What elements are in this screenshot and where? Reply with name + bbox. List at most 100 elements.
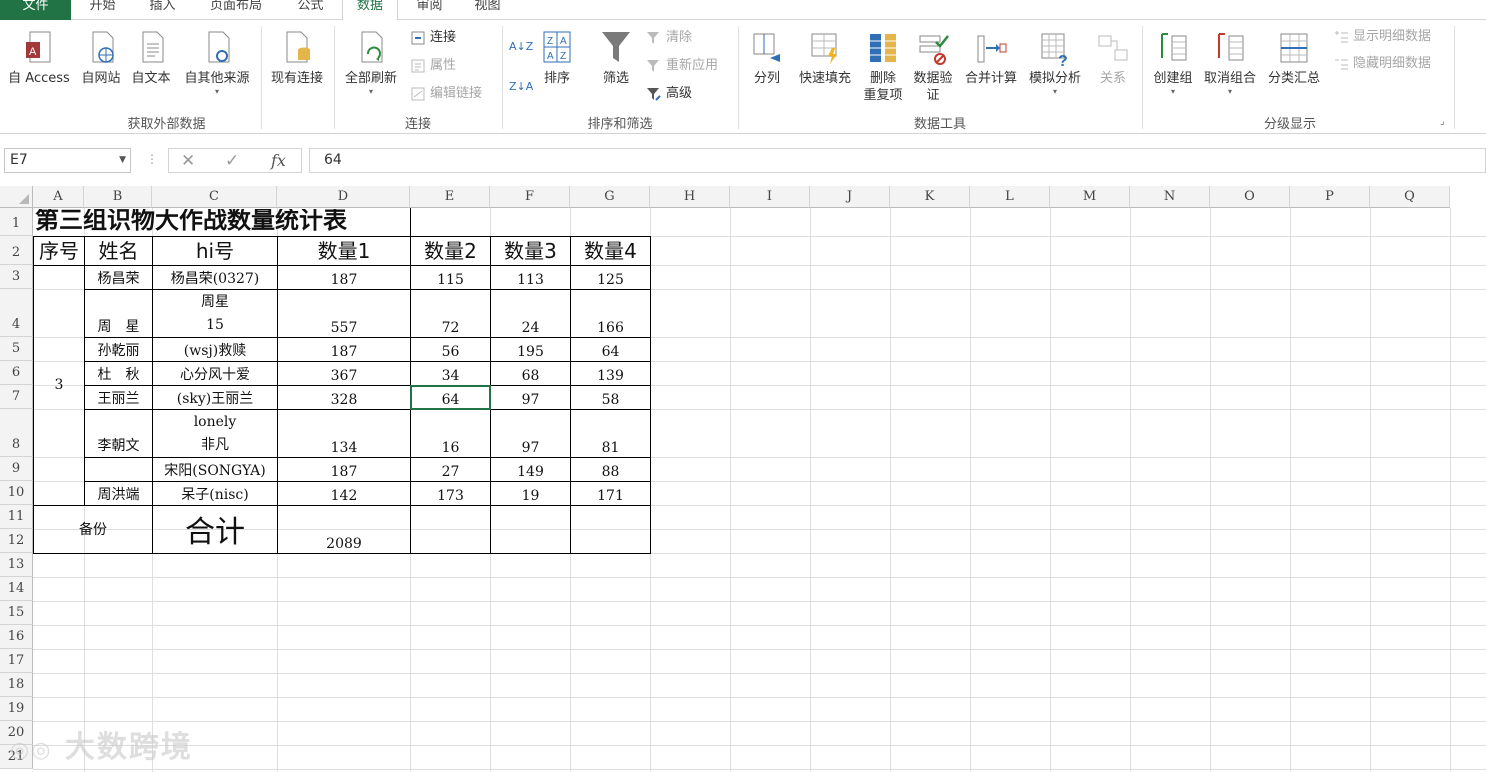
quantity-cell[interactable]: 16 (411, 410, 490, 457)
name-cell[interactable]: 周洪端 (85, 482, 152, 505)
quantity-cell[interactable]: 58 (571, 386, 650, 409)
name-cell[interactable]: 李朝文 (85, 410, 152, 481)
column-title[interactable]: hi号 (153, 237, 277, 265)
ungroup-button[interactable]: 取消组合 ▾ (1198, 28, 1262, 97)
name-box[interactable]: E7 ▼ (4, 148, 131, 173)
hi-cell[interactable]: 周星 15 (153, 290, 277, 337)
flash-fill-button[interactable]: 快速填充 (793, 28, 857, 87)
row-header[interactable]: 14 (0, 577, 33, 601)
total-value[interactable]: 2089 (278, 506, 410, 553)
column-title[interactable]: 姓名 (85, 237, 152, 265)
quantity-cell[interactable]: 195 (491, 338, 570, 361)
row-header[interactable]: 10 (0, 481, 33, 505)
quantity-cell[interactable]: 173 (411, 482, 490, 505)
quantity-cell[interactable]: 27 (411, 458, 490, 481)
quantity-cell[interactable]: 68 (491, 362, 570, 385)
properties-button[interactable]: 属性 (410, 55, 456, 77)
quantity-cell[interactable]: 56 (411, 338, 490, 361)
name-cell[interactable]: 周 星 (85, 290, 152, 337)
sort-button[interactable]: ZAAZ 排序 (536, 28, 578, 87)
what-if-analysis-button[interactable]: ? 模拟分析 ▾ (1023, 28, 1087, 97)
tab-data[interactable]: 数据 (342, 0, 398, 21)
column-header[interactable]: K (890, 186, 970, 208)
column-header[interactable]: F (490, 186, 570, 208)
quantity-cell[interactable]: 97 (491, 410, 570, 457)
quantity-cell[interactable]: 64 (411, 386, 490, 409)
quantity-cell[interactable]: 367 (278, 362, 410, 385)
hi-cell[interactable]: 呆子(nisc) (153, 482, 277, 505)
hi-cell[interactable]: 杨昌荣(0327) (153, 266, 277, 289)
text-to-columns-button[interactable]: 分列 (746, 28, 788, 87)
quantity-cell[interactable]: 142 (278, 482, 410, 505)
row-header[interactable]: 9 (0, 457, 33, 481)
remove-duplicates-button[interactable]: 删除 重复项 (858, 28, 908, 104)
select-all-corner[interactable] (0, 186, 33, 208)
column-header[interactable]: E (410, 186, 490, 208)
quantity-cell[interactable]: 187 (278, 266, 410, 289)
consolidate-button[interactable]: 合并计算 (958, 28, 1024, 87)
row-header[interactable]: 13 (0, 553, 33, 577)
column-header[interactable]: O (1210, 186, 1290, 208)
row-header[interactable]: 11 (0, 505, 33, 529)
total-label[interactable]: 合计 (153, 506, 277, 553)
row-header[interactable]: 6 (0, 361, 33, 385)
edit-links-button[interactable]: 编辑链接 (410, 83, 482, 105)
row-header[interactable]: 2 (0, 236, 33, 265)
clear-filter-button[interactable]: 清除 (646, 27, 692, 49)
cancel-icon[interactable]: ✕ (181, 150, 195, 172)
column-header[interactable]: N (1130, 186, 1210, 208)
column-header[interactable]: G (570, 186, 650, 208)
more-options-icon[interactable]: ⋮ (146, 152, 158, 166)
quantity-cell[interactable]: 187 (278, 458, 410, 481)
name-cell[interactable]: 杜 秋 (85, 362, 152, 385)
dialog-launcher-icon[interactable]: ⌟ (1440, 116, 1445, 127)
quantity-cell[interactable]: 81 (571, 410, 650, 457)
quantity-cell[interactable]: 97 (491, 386, 570, 409)
group-button[interactable]: 创建组 ▾ (1146, 28, 1200, 97)
group-number[interactable]: 3 (34, 266, 84, 505)
from-other-sources-button[interactable]: 自其他来源 ▾ (177, 28, 257, 97)
quantity-cell[interactable]: 557 (278, 290, 410, 337)
row-header[interactable]: 15 (0, 601, 33, 625)
sheet-title[interactable]: 第三组识物大作战数量统计表 (34, 209, 490, 236)
tab-formulas[interactable]: 公式 (293, 0, 328, 20)
quantity-cell[interactable]: 166 (571, 290, 650, 337)
tab-file[interactable]: 文件 (0, 0, 71, 20)
connections-button[interactable]: 连接 (410, 27, 456, 49)
quantity-cell[interactable]: 139 (571, 362, 650, 385)
quantity-cell[interactable]: 134 (278, 410, 410, 457)
quantity-cell[interactable]: 88 (571, 458, 650, 481)
column-header[interactable]: I (730, 186, 810, 208)
hi-cell[interactable]: (sky)王丽兰 (153, 386, 277, 409)
quantity-cell[interactable]: 24 (491, 290, 570, 337)
column-header[interactable]: B (84, 186, 152, 208)
column-header[interactable]: M (1050, 186, 1130, 208)
from-text-button[interactable]: 自文本 (126, 28, 176, 87)
column-header[interactable]: P (1290, 186, 1370, 208)
column-header[interactable]: C (152, 186, 277, 208)
hi-cell[interactable]: lonely 非凡 (153, 410, 277, 457)
formula-input[interactable]: 64 (309, 148, 1486, 173)
insert-function-icon[interactable]: fx (271, 150, 286, 172)
relationships-button[interactable]: 关系 (1093, 28, 1133, 87)
tab-insert[interactable]: 插入 (145, 0, 180, 20)
tab-page-layout[interactable]: 页面布局 (203, 0, 269, 20)
hi-cell[interactable]: 宋阳(SONGYA) (153, 458, 277, 481)
advanced-filter-button[interactable]: 高级 (646, 83, 692, 105)
quantity-cell[interactable]: 187 (278, 338, 410, 361)
row-header[interactable]: 8 (0, 409, 33, 457)
quantity-cell[interactable]: 72 (411, 290, 490, 337)
column-header[interactable]: H (650, 186, 730, 208)
row-header[interactable]: 1 (0, 208, 33, 236)
chevron-down-icon[interactable]: ▼ (119, 149, 126, 172)
enter-icon[interactable]: ✓ (225, 150, 239, 172)
row-header[interactable]: 7 (0, 385, 33, 409)
row-header[interactable]: 12 (0, 529, 33, 553)
quantity-cell[interactable]: 125 (571, 266, 650, 289)
tab-review[interactable]: 审阅 (412, 0, 447, 20)
column-title[interactable]: 数量1 (278, 237, 410, 265)
worksheet-grid[interactable]: A B C D E F G H I J K L M N O P Q 1 2 3 4 5 6 7 8 9 10 11 12 13 14 15 16… (0, 186, 1486, 772)
filter-button[interactable]: 筛选 (595, 28, 637, 87)
subtotal-button[interactable]: 分类汇总 (1262, 28, 1326, 87)
column-header[interactable]: L (970, 186, 1050, 208)
